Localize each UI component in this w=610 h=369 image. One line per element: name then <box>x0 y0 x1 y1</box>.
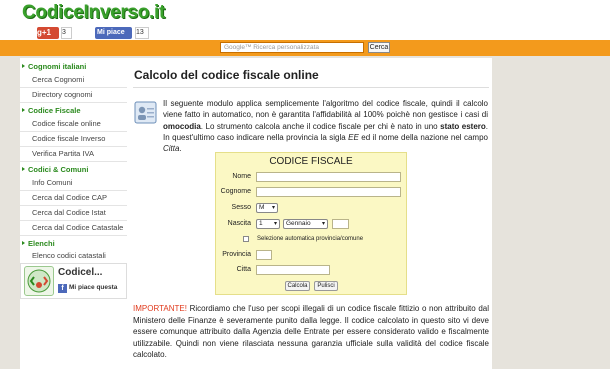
sidebar-heading-codici-comuni[interactable]: Codici & Comuni <box>20 163 127 176</box>
sidebar-item-verifica-partita-iva[interactable]: Verifica Partita IVA <box>20 147 127 162</box>
gplus-button[interactable]: g+1 <box>37 27 59 39</box>
cognome-label: Cognome <box>220 188 251 195</box>
intro-paragraph: Il seguente modulo applica semplicemente… <box>163 98 488 154</box>
auto-select-label: Selezione automatica provincia/comune <box>257 236 364 242</box>
provincia-label: Provincia <box>222 251 251 258</box>
search-input[interactable]: Google™ Ricerca personalizzata <box>220 42 364 53</box>
sidebar-item-cerca-catastale[interactable]: Cerca dal Codice Catastale <box>20 221 127 236</box>
citta-input[interactable] <box>256 265 330 275</box>
sidebar-item-cerca-cap[interactable]: Cerca dal Codice CAP <box>20 191 127 206</box>
sidebar-item-codice-fiscale-online[interactable]: Codice fiscale online <box>20 117 127 132</box>
site-logo[interactable]: CodiceInverso.it <box>22 2 165 24</box>
intro-italic-ee: EE <box>348 132 359 142</box>
sidebar-heading-cognomi[interactable]: Cognomi italiani <box>20 60 127 73</box>
intro-italic-citta: Citta <box>163 144 180 154</box>
sesso-label: Sesso <box>231 204 251 211</box>
calcola-button[interactable]: Calcola <box>285 281 310 291</box>
widget-like-label[interactable]: Mi piace questa <box>69 284 117 291</box>
page-logo-icon <box>24 266 54 296</box>
facebook-like-label: Mi piace <box>97 29 125 36</box>
title-divider <box>133 87 489 88</box>
sidebar-item-info-comuni[interactable]: Info Comuni <box>20 176 127 191</box>
anno-input[interactable] <box>332 219 349 229</box>
mese-select[interactable]: Gennaio <box>283 219 328 229</box>
cognome-input[interactable] <box>256 187 401 197</box>
gplus-count: 3 <box>61 27 72 39</box>
sidebar-item-elenco-codici-catastali[interactable]: Elenco codici catastali <box>20 249 127 264</box>
intro-text-1: Il seguente modulo applica semplicemente… <box>163 99 488 120</box>
intro-bold-stato-estero: stato estero <box>440 121 486 131</box>
id-card-icon <box>134 100 157 125</box>
intro-text-end: . <box>179 144 182 154</box>
sidebar-item-codice-fiscale-inverso[interactable]: Codice fiscale Inverso <box>20 132 127 147</box>
sidebar-item-cerca-cognomi[interactable]: Cerca Cognomi <box>20 73 127 88</box>
nascita-label: Nascita <box>227 220 251 227</box>
sidebar-item-directory-cognomi[interactable]: Directory cognomi <box>20 88 127 103</box>
warning-lead: IMPORTANTE! <box>133 304 187 313</box>
facebook-page-widget[interactable]: Codicel... f Mi piace questa <box>20 263 127 299</box>
provincia-input[interactable] <box>256 250 272 260</box>
pulisci-button[interactable]: Pulisci <box>314 281 338 291</box>
facebook-like-button[interactable]: Mi piace <box>95 27 132 39</box>
form-title: CODICE FISCALE <box>269 156 353 167</box>
nome-input[interactable] <box>256 172 401 182</box>
sidebar-item-cerca-istat[interactable]: Cerca dal Codice Istat <box>20 206 127 221</box>
nome-label: Nome <box>232 173 251 180</box>
warning-text: Ricordiamo che l'uso per scopi illegali … <box>133 304 489 359</box>
intro-text-2: . Lo strumento calcola anche il codice f… <box>200 121 441 131</box>
search-button[interactable]: Cerca <box>368 42 390 53</box>
intro-bold-omocodia: omocodia <box>163 121 201 131</box>
facebook-like-count: 13 <box>135 27 149 39</box>
page-title: Calcolo del codice fiscale online <box>134 68 319 82</box>
sesso-select[interactable]: M <box>256 203 278 213</box>
facebook-icon[interactable]: f <box>58 284 67 293</box>
intro-text-4: ed il nome della nazione nel campo <box>358 132 488 142</box>
citta-label: Citta <box>236 266 251 273</box>
warning-paragraph: IMPORTANTE! Ricordiamo che l'uso per sco… <box>133 303 489 361</box>
widget-title[interactable]: Codicel... <box>58 267 102 278</box>
auto-select-checkbox[interactable] <box>243 236 249 242</box>
sidebar-heading-codice-fiscale[interactable]: Codice Fiscale <box>20 104 127 117</box>
giorno-select[interactable]: 1 <box>256 219 280 229</box>
